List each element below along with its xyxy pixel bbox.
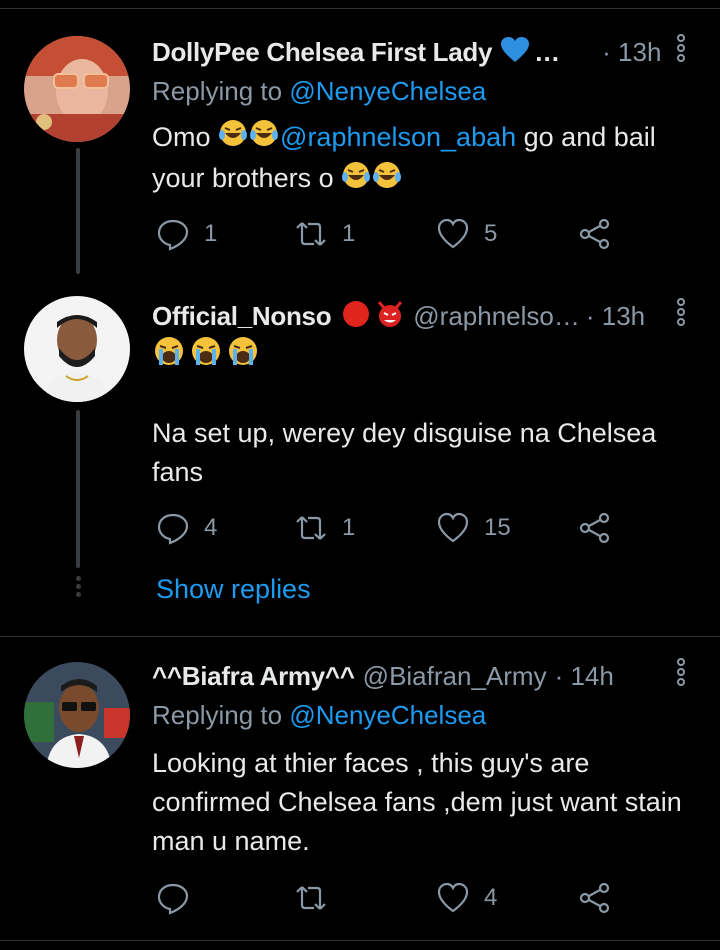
text-part: go and bail: [523, 122, 656, 152]
like-button[interactable]: 4: [436, 878, 497, 918]
replying-label: Replying to: [152, 700, 283, 730]
replying-label: Replying to: [152, 76, 283, 106]
share-button[interactable]: [578, 508, 612, 548]
reply-count: 1: [204, 220, 218, 247]
reply-icon: [157, 219, 189, 251]
thread-separator: [0, 636, 720, 637]
tweet-dollypee[interactable]: DollyPee Chelsea First Lady … · 13h Repl…: [0, 30, 720, 274]
heart-icon: [437, 218, 469, 249]
show-replies-link[interactable]: Show replies: [156, 574, 311, 605]
tweet-header: DollyPee Chelsea First Lady … · 13h: [152, 32, 720, 72]
like-count: 4: [484, 884, 498, 911]
like-button[interactable]: 5: [436, 214, 497, 254]
thread-line: [76, 410, 80, 568]
retweet-button[interactable]: 1: [294, 508, 355, 548]
display-name[interactable]: ^^Biafra Army^^: [152, 661, 355, 692]
action-bar: 4 1 15: [152, 508, 632, 548]
timestamp[interactable]: · 13h: [602, 37, 661, 68]
share-button[interactable]: [578, 214, 612, 254]
retweet-icon: [296, 516, 326, 540]
replying-to: Replying to @NenyeChelsea: [152, 700, 486, 731]
reply-icon: [157, 883, 189, 915]
text-part: your brothers o: [152, 163, 334, 194]
share-button[interactable]: [578, 878, 612, 918]
action-bar: 1 1 5: [152, 214, 632, 254]
laughing-emoji-icon: [218, 118, 280, 159]
more-options-icon[interactable]: [674, 658, 688, 690]
reply-button[interactable]: 1: [156, 214, 217, 254]
heart-icon: [437, 882, 469, 913]
replying-handle-link[interactable]: @NenyeChelsea: [289, 76, 486, 106]
timestamp[interactable]: · 14h: [555, 661, 614, 692]
more-options-icon[interactable]: [674, 34, 688, 66]
display-name[interactable]: Official_Nonso: [152, 301, 332, 332]
reply-button[interactable]: 4: [156, 508, 217, 548]
thread-line: [76, 148, 80, 274]
tweet-text: Looking at thier faces , this guy's are …: [152, 748, 682, 856]
tweet-header: ^^Biafra Army^^ @Biafran_Army · 14h: [152, 656, 720, 696]
like-count: 15: [484, 514, 511, 541]
red-circle-icon: [341, 299, 371, 334]
bottom-divider: [0, 940, 720, 941]
tweet-text: Omo @raphnelson_abah go and bail your br…: [152, 118, 712, 201]
display-name[interactable]: DollyPee Chelsea First Lady: [152, 37, 492, 68]
reply-count: 4: [204, 514, 218, 541]
handle[interactable]: @raphnelso…: [413, 301, 580, 332]
name-ellipsis: …: [534, 36, 561, 67]
handle[interactable]: @Biafran_Army: [363, 661, 547, 692]
crying-emoji-icon: [152, 334, 262, 379]
share-icon: [579, 512, 610, 544]
laughing-emoji-icon: [341, 160, 403, 201]
retweet-icon: [296, 886, 326, 910]
like-count: 5: [484, 220, 498, 247]
avatar-official-nonso[interactable]: [24, 296, 130, 402]
like-button[interactable]: 15: [436, 508, 511, 548]
reply-button[interactable]: [156, 878, 204, 918]
top-divider: [0, 0, 720, 9]
devil-face-icon: [375, 299, 405, 334]
heart-icon: [437, 512, 469, 543]
retweet-count: 1: [342, 220, 356, 247]
share-icon: [579, 882, 610, 914]
tweet-text: Na set up, werey dey disguise na Chelsea…: [152, 418, 657, 487]
action-bar: 4: [152, 878, 632, 918]
retweet-button[interactable]: [294, 878, 342, 918]
text-part: Omo: [152, 122, 211, 152]
reply-icon: [157, 513, 189, 545]
blue-heart-icon: [500, 36, 530, 69]
avatar-dollypee[interactable]: [24, 36, 130, 142]
tweet-header: Official_Nonso @raphnelso… · 13h: [152, 296, 720, 336]
avatar-biafra-army[interactable]: [24, 662, 130, 768]
retweet-icon: [296, 222, 326, 246]
tweet-biafra-army[interactable]: ^^Biafra Army^^ @Biafran_Army · 14h Repl…: [0, 654, 720, 934]
more-options-icon[interactable]: [674, 298, 688, 330]
retweet-count: 1: [342, 514, 356, 541]
timestamp[interactable]: · 13h: [586, 301, 645, 332]
mention-link[interactable]: @raphnelson_abah: [280, 122, 516, 152]
tweet-official-nonso[interactable]: Official_Nonso @raphnelso… · 13h Na set …: [0, 290, 720, 620]
tweet-emoji-line: [152, 334, 712, 379]
share-icon: [579, 218, 610, 250]
collapsed-thread-dots: [74, 576, 82, 600]
replying-to: Replying to @NenyeChelsea: [152, 76, 486, 107]
replying-handle-link[interactable]: @NenyeChelsea: [289, 700, 486, 730]
retweet-button[interactable]: 1: [294, 214, 355, 254]
